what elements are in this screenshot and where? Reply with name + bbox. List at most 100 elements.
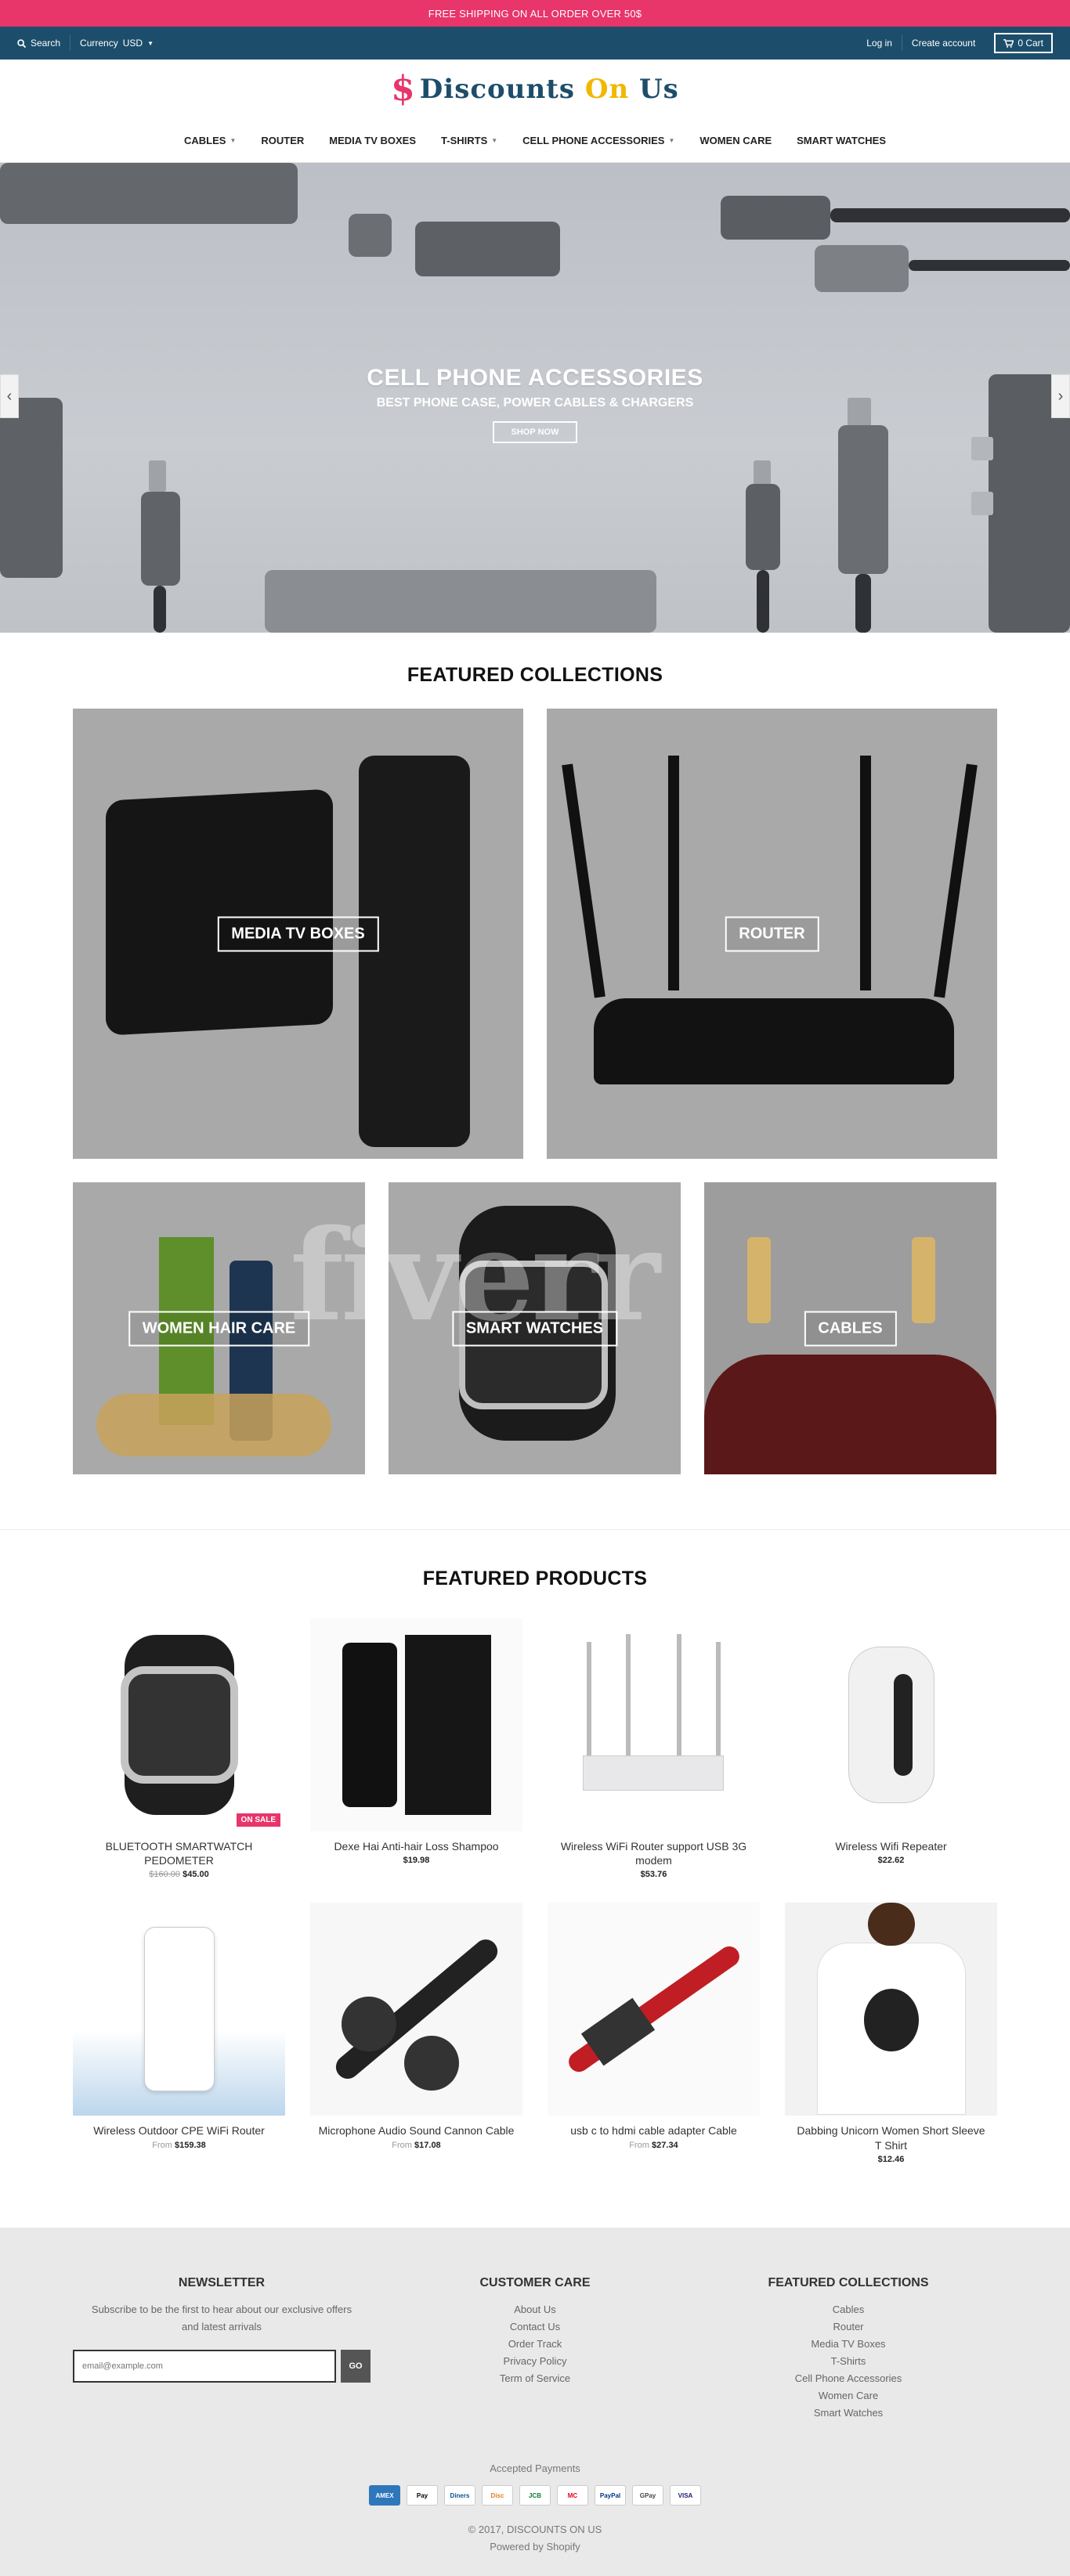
discover-icon: Disc xyxy=(482,2485,513,2506)
collection-media-tv-boxes[interactable]: MEDIA TV BOXES xyxy=(73,709,523,1159)
subscribe-button[interactable]: GO xyxy=(341,2350,371,2383)
nav-item-t-shirts[interactable]: T-SHIRTS ▼ xyxy=(441,135,497,146)
chevron-right-icon: › xyxy=(1057,387,1064,405)
product-image xyxy=(548,1618,760,1831)
product-name: usb c to hdmi cable adapter Cable xyxy=(570,2124,737,2138)
product-card[interactable]: Wireless Wifi Repeater $22.62 xyxy=(785,1618,997,1879)
logo-text-on: On xyxy=(584,74,630,105)
footer-link-about-us[interactable]: About Us xyxy=(418,2301,652,2318)
cart-button[interactable]: 0 Cart xyxy=(994,33,1053,53)
tv-box-image xyxy=(106,788,333,1036)
product-card[interactable]: Dabbing Unicorn Women Short Sleeve T Shi… xyxy=(785,1903,997,2164)
hero-gadget xyxy=(349,214,392,257)
price-from: From xyxy=(629,2140,649,2150)
price-value: $12.46 xyxy=(877,2154,905,2164)
footer-link-women-care[interactable]: Women Care xyxy=(699,2387,997,2405)
hdmi-cable-image xyxy=(564,1943,743,2076)
product-name: Wireless Wifi Repeater xyxy=(835,1840,947,1853)
hero-plug xyxy=(971,492,993,515)
ginger-image xyxy=(96,1394,331,1456)
hero-gadget xyxy=(265,570,656,633)
nav-item-router[interactable]: ROUTER xyxy=(261,135,304,146)
antenna xyxy=(716,1642,721,1759)
product-card[interactable]: Microphone Audio Sound Cannon Cable From… xyxy=(310,1903,522,2163)
login-link[interactable]: Log in xyxy=(866,38,892,49)
product-card[interactable]: Wireless WiFi Router support USB 3G mode… xyxy=(548,1618,760,1879)
nav-label: SMART WATCHES xyxy=(797,135,886,146)
hero-cable xyxy=(154,586,166,633)
hero-cable xyxy=(909,260,1070,271)
footer-link-terms[interactable]: Term of Service xyxy=(418,2370,652,2387)
footer-link-order-track[interactable]: Order Track xyxy=(418,2336,652,2353)
collection-cables[interactable]: CABLES xyxy=(704,1182,996,1474)
nav-label: CABLES xyxy=(183,135,226,146)
box-image xyxy=(404,1635,491,1815)
footer-link-cables[interactable]: Cables xyxy=(699,2301,997,2318)
copyright-text[interactable]: © 2017, DISCOUNTS ON US xyxy=(0,2521,1070,2538)
price-value: $19.98 xyxy=(403,1856,430,1866)
hero-gadget xyxy=(721,196,830,240)
featured-collections: FEATURED COLLECTIONS MEDIA TV BOXES ROUT… xyxy=(0,633,1070,1474)
hero-cable xyxy=(855,574,871,633)
currency-label: Currency xyxy=(80,38,118,49)
customer-care-title: CUSTOMER CARE xyxy=(479,2276,591,2289)
hero-plug xyxy=(149,460,166,492)
newsletter-form: GO xyxy=(73,2350,371,2383)
product-price: $19.98 xyxy=(310,1856,522,1865)
collection-router[interactable]: ROUTER xyxy=(547,709,997,1159)
email-field[interactable] xyxy=(73,2350,336,2383)
xlr-plug xyxy=(342,1997,396,2052)
watch-face xyxy=(120,1666,238,1784)
collection-smart-watches[interactable]: SMART WATCHES xyxy=(389,1182,681,1474)
remote-image xyxy=(359,756,470,1147)
product-card[interactable]: usb c to hdmi cable adapter Cable From $… xyxy=(548,1903,760,2163)
sale-badge: ON SALE xyxy=(236,1813,280,1827)
rca-plug xyxy=(912,1237,935,1323)
nav-item-cables[interactable]: CABLES ▼ xyxy=(184,135,236,146)
nav-item-media-tv-boxes[interactable]: MEDIA TV BOXES xyxy=(329,135,416,146)
logo-mark: $ xyxy=(391,69,415,109)
footer-link-privacy-policy[interactable]: Privacy Policy xyxy=(418,2353,652,2370)
footer-link-media-tv-boxes[interactable]: Media TV Boxes xyxy=(699,2336,997,2353)
amex-icon: AMEX xyxy=(369,2485,400,2506)
shop-now-button[interactable]: SHOP NOW xyxy=(492,421,578,443)
compare-price: $160.00 xyxy=(149,1870,181,1880)
powered-by-link[interactable]: Powered by Shopify xyxy=(0,2538,1070,2556)
cpe-router-image xyxy=(143,1927,215,2092)
price-value: $17.08 xyxy=(414,2140,441,2150)
rca-plug xyxy=(747,1237,771,1323)
logo-text: Discounts On Us xyxy=(420,74,679,105)
collection-women-hair-care[interactable]: WOMEN HAIR CARE xyxy=(73,1182,365,1474)
product-name: BLUETOOTH SMARTWATCH PEDOMETER xyxy=(105,1840,253,1867)
nav-item-smart-watches[interactable]: SMART WATCHES xyxy=(797,135,886,146)
create-account-link[interactable]: Create account xyxy=(912,38,975,49)
footer-link-smart-watches[interactable]: Smart Watches xyxy=(699,2405,997,2422)
chevron-down-icon: ▼ xyxy=(147,39,154,47)
main-nav: CABLES ▼ ROUTER MEDIA TV BOXES T-SHIRTS ▼ … xyxy=(0,119,1070,163)
next-slide-button[interactable]: › xyxy=(1051,374,1070,418)
nav-label: T-SHIRTS xyxy=(441,135,488,146)
search-link[interactable]: Search xyxy=(17,38,60,49)
brand-logo[interactable]: $ Discounts On Us xyxy=(0,60,1070,119)
footer-link-router[interactable]: Router xyxy=(699,2318,997,2336)
model-hair xyxy=(867,1903,915,1946)
product-price: $53.76 xyxy=(548,1870,760,1879)
visa-icon: VISA xyxy=(670,2485,701,2506)
featured-products: FEATURED PRODUCTS ON SALE BLUETOOTH SMAR… xyxy=(0,1530,1070,2164)
footer-link-contact-us[interactable]: Contact Us xyxy=(418,2318,652,2336)
product-card[interactable]: Wireless Outdoor CPE WiFi Router From $1… xyxy=(73,1903,285,2163)
footer-link-t-shirts[interactable]: T-Shirts xyxy=(699,2353,997,2370)
prev-slide-button[interactable]: ‹ xyxy=(0,374,19,418)
router-image xyxy=(594,998,954,1084)
price-value: $27.34 xyxy=(652,2140,678,2150)
product-card[interactable]: ON SALE BLUETOOTH SMARTWATCH PEDOMETER $… xyxy=(73,1618,285,1879)
product-card[interactable]: Dexe Hai Anti-hair Loss Shampoo $19.98 xyxy=(310,1618,522,1879)
nav-item-cell-phone-accessories[interactable]: CELL PHONE ACCESSORIES ▼ xyxy=(522,135,674,146)
collection-label: SMART WATCHES xyxy=(451,1311,618,1346)
currency-selector[interactable]: Currency USD ▼ xyxy=(80,38,154,49)
nav-item-women-care[interactable]: WOMEN CARE xyxy=(699,135,772,146)
footer-link-cell-phone-accessories[interactable]: Cell Phone Accessories xyxy=(699,2370,997,2387)
newsletter-text: Subscribe to be the first to hear about … xyxy=(91,2304,352,2332)
product-name: Microphone Audio Sound Cannon Cable xyxy=(318,2124,515,2138)
hero-slideshow: CELL PHONE ACCESSORIES BEST PHONE CASE, … xyxy=(0,163,1070,633)
